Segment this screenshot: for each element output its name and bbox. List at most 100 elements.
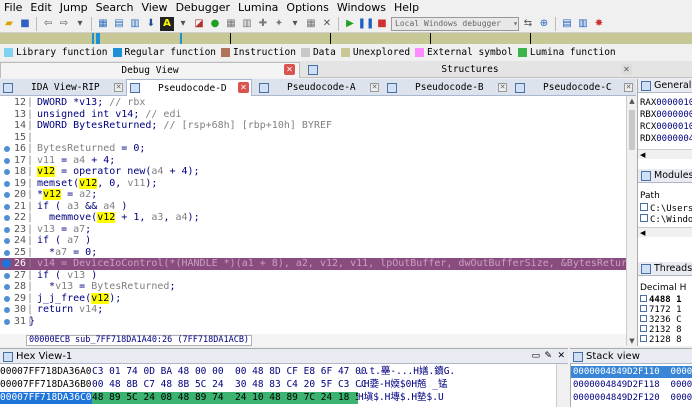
register-row[interactable]: RAX0000010 — [640, 98, 692, 109]
code-line[interactable]: 12 | DWORD *v13; // rbx — [0, 97, 626, 109]
binary-search-icon[interactable]: ▦ — [96, 17, 110, 31]
code-line[interactable]: 22 | memmove(v12 + 1, a3, a4); — [0, 212, 626, 224]
start-process-icon[interactable]: ▶ — [343, 17, 357, 31]
code-text[interactable]: return v14; — [37, 304, 103, 316]
code-text[interactable]: memmove(v12 + 1, a3, a4); — [37, 212, 200, 224]
code-text[interactable]: if ( v13 ) — [37, 270, 97, 282]
hex-bytes[interactable]: 48 89 5C 24 08 48 89 74 24 10 48 89 7C 2… — [92, 392, 367, 404]
navigation-band[interactable] — [0, 33, 692, 44]
lumina-icon[interactable]: ✸ — [592, 17, 606, 31]
hex-view-header[interactable]: Hex View-1 ▭ ✎ ✕ — [0, 348, 568, 364]
stack-view[interactable]: 0000004849D2F110 0000 0000004849D2F118 0… — [570, 364, 692, 407]
close-icon[interactable]: ✕ — [238, 82, 249, 93]
scroll-down-icon[interactable]: ▼ — [627, 336, 637, 346]
hex-ascii[interactable]: ..t.蘲-...H嫸.鑟G. — [358, 366, 455, 378]
code-line[interactable]: 28 | *v13 = BytesReturned; — [0, 281, 626, 293]
menu-file[interactable]: File — [0, 0, 26, 15]
threads-column-header[interactable]: Decimal H — [640, 283, 686, 294]
back-icon[interactable]: ⇦ — [41, 17, 55, 31]
close-icon[interactable]: ✕ — [320, 17, 334, 31]
thread-row[interactable]: 2128 8 — [640, 335, 682, 346]
menu-lumina[interactable]: Lumina — [234, 0, 282, 15]
module-row[interactable]: C:\Windo — [640, 214, 692, 226]
code-line[interactable]: 23 | v13 = a7; — [0, 224, 626, 236]
code-line[interactable]: 25 | *a7 = 0; — [0, 247, 626, 259]
stack-row[interactable]: 0000004849D2F118 0000 — [571, 379, 692, 391]
close-icon[interactable]: ✕ — [114, 83, 123, 92]
hex-row-current[interactable]: 00007FF718DA36C0 48 89 5C 24 08 48 89 74 … — [0, 392, 568, 404]
find-icon[interactable]: ▥ — [128, 17, 142, 31]
star-icon[interactable]: ✦ — [272, 17, 286, 31]
tab-pseudocode-d[interactable]: Pseudocode-D — [126, 79, 252, 96]
tab-pseudocode-c[interactable]: Pseudocode-C — [512, 79, 636, 96]
code-text[interactable]: unsigned int v14; // edi — [37, 109, 182, 121]
code-line[interactable]: 19 | memset(v12, 0, v11); — [0, 177, 626, 190]
modules-column-header[interactable]: Path — [640, 191, 660, 202]
hex-bytes[interactable]: 00 48 8B C7 48 8B 5C 24 30 48 83 C4 20 5… — [92, 379, 367, 391]
code-text[interactable]: memset(v12, 0, v11); — [37, 177, 157, 190]
code-text[interactable]: DWORD BytesReturned; // [rsp+68h] [rbp+1… — [37, 120, 332, 132]
close-icon[interactable]: ✕ — [557, 349, 565, 364]
menu-debugger[interactable]: Debugger — [172, 0, 234, 15]
code-line[interactable]: 29 | j_j_free(v12); — [0, 292, 626, 305]
code-text[interactable]: BytesReturned = 0; — [37, 143, 145, 155]
code-text[interactable]: v14 = DeviceIoControl(*(HANDLE *)(a1 + 8… — [37, 258, 626, 270]
code-line[interactable]: 13 | unsigned int v14; // edi — [0, 109, 626, 121]
code-text[interactable]: v13 = a7; — [37, 224, 91, 236]
stack-row[interactable]: 0000004849D2F120 0000 — [571, 392, 692, 404]
data-icon[interactable]: ▦ — [224, 17, 238, 31]
code-text[interactable]: v11 = a4 + 4; — [37, 155, 115, 167]
hex-bytes[interactable]: C3 01 74 0D BA 48 00 00 00 48 8D CF E8 6… — [92, 366, 367, 378]
hex-row[interactable]: 00007FF718DA36A0 C3 01 74 0D BA 48 00 00 … — [0, 366, 568, 378]
hex-row[interactable]: 00007FF718DA36B0 00 48 8B C7 48 8B 5C 24 … — [0, 379, 568, 391]
hex-ascii[interactable]: H塡$.H塼$.H墊$.U — [358, 392, 444, 404]
close-icon[interactable]: ✕ — [621, 64, 632, 75]
pin-icon[interactable]: ✎ — [544, 349, 552, 364]
chevron-down-icon[interactable]: ▾ — [288, 17, 302, 31]
modules-header[interactable]: Modules — [638, 169, 692, 183]
type-a-icon[interactable]: A — [160, 16, 174, 31]
scrollbar-thumb[interactable] — [629, 110, 635, 150]
code-text[interactable]: if ( a7 ) — [37, 235, 91, 247]
chevron-down-icon[interactable]: ▾ — [176, 17, 190, 31]
register-row[interactable]: RDX0000004 — [640, 134, 692, 145]
code-line[interactable]: 30 | return v14; — [0, 304, 626, 316]
breakpoint-list-icon[interactable]: ▤ — [560, 17, 574, 31]
register-row[interactable]: RBX0000000 — [640, 110, 692, 121]
code-line[interactable]: 24 | if ( a7 ) — [0, 235, 626, 247]
register-value[interactable]: 0000000 — [656, 110, 692, 120]
menu-search[interactable]: Search — [92, 0, 138, 15]
code-line[interactable]: 14 | DWORD BytesReturned; // [rsp+68h] [rb… — [0, 120, 626, 132]
tab-ida-view-rip[interactable]: IDA View-RIP — [0, 79, 120, 96]
general-registers-header[interactable]: General — [638, 79, 692, 93]
menu-jump[interactable]: Jump — [56, 0, 92, 15]
code-line[interactable]: 27 | if ( v13 ) — [0, 270, 626, 282]
stack-view-header[interactable]: Stack view — [570, 348, 692, 364]
register-value[interactable]: 0000010 — [656, 122, 692, 132]
tab-structures[interactable]: Structures — [305, 62, 635, 78]
close-icon[interactable]: ✕ — [624, 83, 633, 92]
plus-icon[interactable]: ✚ — [256, 17, 270, 31]
code-line[interactable]: 20 | *v12 = a2; — [0, 189, 626, 201]
scroll-up-icon[interactable]: ▲ — [627, 96, 637, 106]
pseudocode-view[interactable]: 12 | DWORD *v13; // rbx 13 | unsigned int v1… — [0, 96, 626, 334]
tab-pseudocode-b[interactable]: Pseudocode-B — [384, 79, 508, 96]
code-line[interactable]: 31 |} — [0, 316, 626, 328]
code-text[interactable]: *a7 = 0; — [37, 247, 97, 259]
current-code-line[interactable]: 26 | v14 = DeviceIoControl(*(HANDLE *)(a1 … — [0, 258, 626, 270]
menu-view[interactable]: View — [137, 0, 171, 15]
grid-icon[interactable]: ▦ — [304, 17, 318, 31]
download-icon[interactable]: ⬇ — [144, 17, 158, 31]
registers-hscroll[interactable]: ◀ — [638, 149, 692, 159]
hex-ascii[interactable]: .H嬊-H媆$0H兡 _锰 — [358, 379, 447, 391]
attach-icon[interactable]: ⊕ — [537, 17, 551, 31]
graph-icon[interactable]: ◪ — [192, 17, 206, 31]
close-icon[interactable]: ✕ — [498, 83, 507, 92]
code-text[interactable]: *v12 = a2; — [37, 189, 97, 201]
trace-icon[interactable]: ▥ — [576, 17, 590, 31]
code-line[interactable]: 21 | if ( a3 && a4 ) — [0, 201, 626, 213]
stop-process-icon[interactable]: ■ — [375, 17, 389, 31]
register-row[interactable]: RCX0000010 — [640, 122, 692, 133]
code-line[interactable]: 16 | BytesReturned = 0; — [0, 143, 626, 155]
threads-header[interactable]: Threads — [638, 262, 692, 276]
